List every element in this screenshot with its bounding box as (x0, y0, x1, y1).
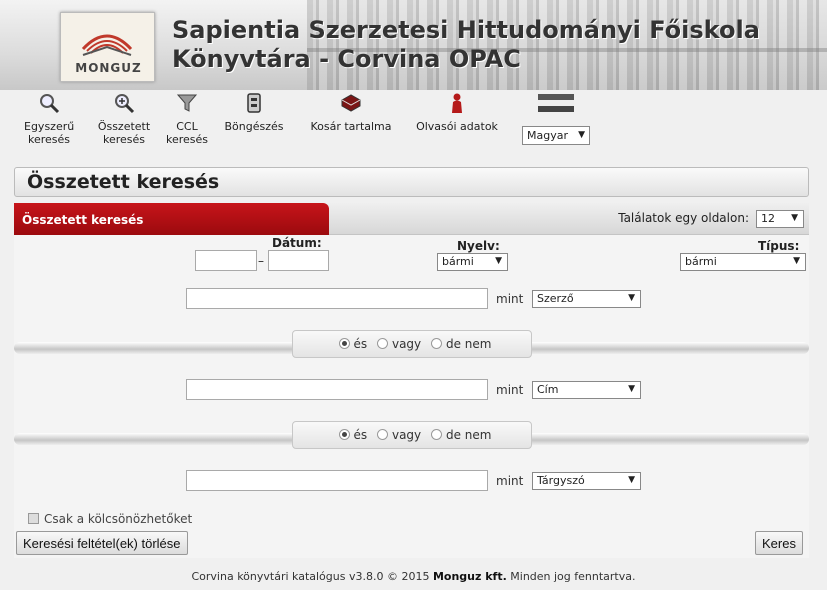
date-to-input[interactable] (268, 250, 329, 271)
field-select-value: Cím (537, 383, 559, 396)
chevron-down-icon: ▼ (791, 213, 798, 223)
radio-label: vagy (391, 337, 422, 351)
language-select-value: Magyar (527, 129, 568, 142)
clear-criteria-button[interactable]: Keresési feltétel(ek) törlése (16, 531, 188, 555)
monguz-logo[interactable]: MONGUZ (60, 12, 155, 82)
per-page-label: Találatok egy oldalon: (618, 211, 749, 225)
mint-label: mint (496, 474, 524, 488)
magnifier-icon (40, 94, 60, 114)
advanced-search-panel: Összetett keresés Találatok egy oldalon:… (14, 203, 809, 558)
radio-label: és (353, 428, 368, 442)
loanable-label: Csak a kölcsönözhetőket (44, 512, 193, 526)
footer-company-link[interactable]: Monguz kft. (433, 570, 507, 583)
radio-label: és (353, 337, 368, 351)
toolbar-label: keresés (165, 133, 209, 146)
mint-label: mint (496, 292, 524, 306)
language-select[interactable]: Magyar ▼ (522, 126, 590, 145)
catalog-drawer-icon (247, 93, 261, 113)
radio-or-1[interactable] (376, 338, 388, 349)
toolbar-label: keresés (102, 133, 146, 146)
search-button[interactable]: Keres (755, 531, 803, 555)
logo-text: MONGUZ (75, 61, 142, 75)
search-term-input-2[interactable] (186, 379, 488, 400)
chevron-down-icon: ▼ (628, 475, 635, 485)
title-line-1: Sapientia Szerzetesi Hittudományi Főisko… (172, 16, 760, 44)
radio-and-1[interactable] (338, 338, 350, 349)
chevron-down-icon: ▼ (793, 256, 800, 266)
toolbar-label: Egyszerű (24, 120, 75, 133)
footer-text: Corvina könyvtári katalógus v3.8.0 © 201… (191, 570, 430, 583)
radio-not-2[interactable] (430, 429, 442, 440)
zoom-plus-icon (115, 94, 135, 114)
chevron-down-icon: ▼ (628, 384, 635, 394)
per-page-select[interactable]: 12 ▼ (756, 210, 804, 228)
toolbar-label: Kosár tartalma (310, 120, 392, 133)
operator-separator-2: és vagy de nem (14, 421, 809, 455)
field-select-value: Tárgyszó (537, 474, 585, 487)
search-term-input-1[interactable] (186, 288, 488, 309)
page-title: Összetett keresés (27, 171, 220, 193)
title-line-2: Könyvtára - Corvina OPAC (172, 45, 521, 73)
toolbar-browse[interactable]: Böngészés (222, 92, 286, 133)
radio-or-2[interactable] (376, 429, 388, 440)
date-range-dash: – (258, 254, 264, 268)
site-title: Sapientia Szerzetesi Hittudományi Főisko… (172, 16, 760, 74)
radio-and-2[interactable] (338, 429, 350, 440)
toolbar-label: keresés (27, 133, 71, 146)
operator-group-1: és vagy de nem (292, 330, 532, 358)
checkbox-icon[interactable] (28, 513, 39, 524)
reader-icon (452, 93, 462, 113)
funnel-icon (176, 94, 198, 112)
search-term-input-3[interactable] (186, 470, 488, 491)
radio-label: de nem (445, 337, 492, 351)
toolbar-label: Olvasói adatok (416, 120, 498, 133)
toolbar-advanced-search[interactable]: Összetett keresés (96, 92, 152, 146)
panel-tab[interactable]: Összetett keresés (14, 203, 329, 235)
header-banner: MONGUZ Sapientia Szerzetesi Hittudományi… (0, 0, 827, 90)
chevron-down-icon: ▼ (578, 130, 585, 140)
field-select-2[interactable]: Cím ▼ (532, 381, 641, 399)
chevron-down-icon: ▼ (495, 256, 502, 266)
mint-label: mint (496, 383, 524, 397)
footer: Corvina könyvtári katalógus v3.8.0 © 201… (0, 570, 827, 583)
type-label: Típus: (758, 239, 800, 253)
chevron-down-icon: ▼ (628, 293, 635, 303)
operator-separator-1: és vagy de nem (14, 330, 809, 364)
page-title-bar: Összetett keresés (14, 167, 809, 197)
toolbar-basket[interactable]: Kosár tartalma (306, 92, 396, 133)
radio-not-1[interactable] (430, 338, 442, 349)
date-from-input[interactable] (195, 250, 257, 271)
language-filter-value: bármi (442, 255, 474, 268)
book-logo-icon (81, 34, 133, 56)
footer-text: Minden jog fenntartva. (510, 570, 636, 583)
field-select-value: Szerző (537, 292, 574, 305)
language-filter-select[interactable]: bármi ▼ (437, 253, 508, 271)
field-select-1[interactable]: Szerző ▼ (532, 290, 641, 308)
radio-label: vagy (391, 428, 422, 442)
language-label: Nyelv: (457, 239, 500, 253)
date-label: Dátum: (272, 236, 322, 250)
toolbar-ccl-search[interactable]: CCL keresés (164, 92, 210, 146)
radio-label: de nem (445, 428, 492, 442)
language-flag[interactable] (536, 92, 576, 120)
type-filter-value: bármi (685, 255, 717, 268)
toolbar-label: Böngészés (224, 120, 284, 133)
toolbar-label: Összetett (97, 120, 151, 133)
field-select-3[interactable]: Tárgyszó ▼ (532, 472, 641, 490)
panel-header: Összetett keresés Találatok egy oldalon:… (14, 203, 809, 235)
toolbar-reader-data[interactable]: Olvasói adatok (412, 92, 502, 133)
basket-icon (341, 94, 361, 112)
toolbar-simple-search[interactable]: Egyszerű keresés (24, 92, 74, 146)
toolbar-label: CCL (176, 120, 198, 133)
per-page-value: 12 (761, 212, 775, 225)
hungarian-flag-icon (538, 94, 574, 112)
loanable-only-checkbox[interactable]: Csak a kölcsönözhetőket (28, 512, 192, 526)
operator-group-2: és vagy de nem (292, 421, 532, 449)
type-filter-select[interactable]: bármi ▼ (680, 253, 806, 271)
